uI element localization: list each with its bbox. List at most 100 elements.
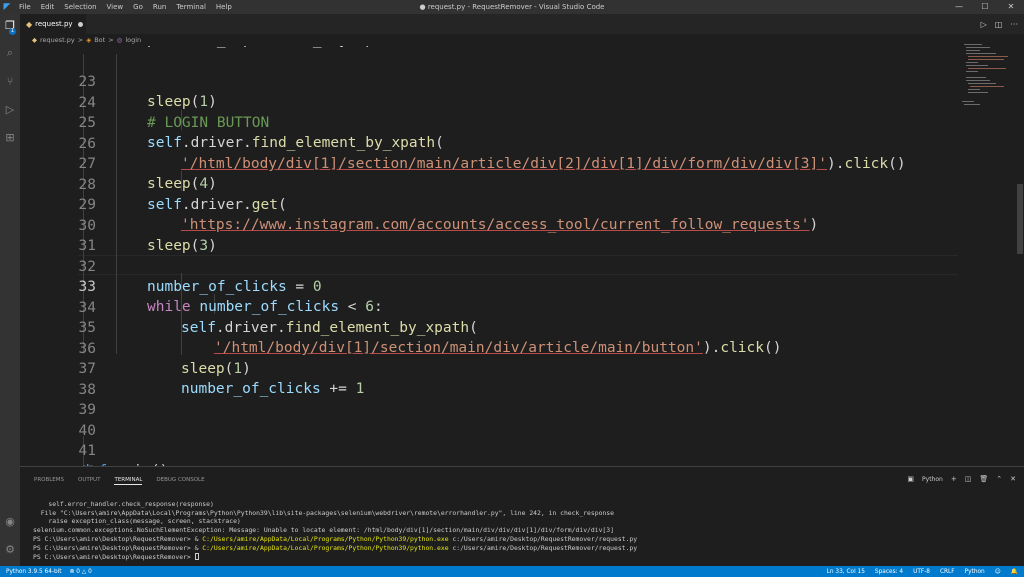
breadcrumb-separator: > [108,36,114,44]
code-line-36: 36 sleep(1) [20,319,960,377]
tab-problems[interactable]: PROBLEMS [34,477,64,485]
code-line-34: 34 self.driver.find_element_by_xpath( [20,278,960,336]
tab-request-py[interactable]: ◆ request.py [20,14,86,34]
status-bar: Python 3.9.5 64-bit ⊗ 0 △ 0 Ln 33, Col 1… [0,566,1024,577]
bottom-panel: PROBLEMS OUTPUT TERMINAL DEBUG CONSOLE ▣… [20,466,1024,566]
encoding-status[interactable]: UTF-8 [913,569,930,575]
tab-output[interactable]: OUTPUT [78,477,100,485]
code-line-24: 24 # LOGIN BUTTON [20,73,960,131]
editor-tab-bar: ◆ request.py ▷ ◫ ··· [20,14,1024,34]
account-icon[interactable]: ◉ [3,514,17,528]
trash-icon[interactable]: 🗑 [979,475,988,483]
language-mode-status[interactable]: Python [965,569,985,575]
python-interpreter-status[interactable]: Python 3.9.5 64-bit [6,569,62,575]
cursor-position-status[interactable]: Ln 33, Col 15 [827,569,865,575]
code-line-27: 27 sleep(4) [20,134,960,192]
code-editor[interactable]: password_input.send_keys(password) 23 sl… [20,34,960,466]
maximize-icon[interactable]: ☐ [972,0,998,14]
tab-terminal[interactable]: TERMINAL [114,477,143,485]
unsaved-dot-icon[interactable] [77,21,83,27]
minimap-line [964,104,980,105]
close-icon[interactable]: ✕ [998,0,1024,14]
breadcrumb-class[interactable]: Bot [94,36,105,44]
terminal-output[interactable]: self.error_handler.check_response(respon… [33,491,1013,577]
title-bar: ◤ File Edit Selection View Go Run Termin… [0,0,1024,14]
breadcrumb: ◆ request.py > ◈ Bot > ◎ login [20,34,960,46]
code-line-23: 23 sleep(1) [20,52,960,110]
breadcrumb-file[interactable]: request.py [40,36,75,44]
terminal-line: selenium.common.exceptions.NoSuchElement… [33,526,614,535]
problems-status[interactable]: ⊗ 0 △ 0 [70,569,92,575]
panel-tabs: PROBLEMS OUTPUT TERMINAL DEBUG CONSOLE [34,477,205,485]
code-line-30: 30 sleep(3) [20,196,960,254]
code-line-38: 38 [20,360,960,398]
code-line-28: 28 self.driver.get( [20,155,960,213]
search-icon[interactable]: ⌕ [3,46,17,60]
run-file-icon[interactable]: ▷ [981,20,987,29]
menu-run[interactable]: Run [148,0,171,14]
explorer-badge: 1 [9,28,16,35]
breadcrumb-method[interactable]: login [125,36,141,44]
menu-view[interactable]: View [102,0,129,14]
split-terminal-icon[interactable]: ◫ [965,475,972,483]
minimap-line [966,77,986,78]
minimap-line [966,71,978,72]
class-symbol-icon: ◈ [86,36,92,44]
minimap[interactable] [960,34,1016,466]
window-controls: — ☐ ✕ [946,0,1024,14]
close-panel-icon[interactable]: ✕ [1010,475,1016,483]
editor-scroll-thumb[interactable] [1017,184,1023,254]
minimap-line [966,47,990,48]
code-line-39: 39 [20,380,960,418]
code-line-41: 41 def main(): [20,421,960,466]
terminal-line: self.error_handler.check_response(respon… [33,499,214,508]
terminal-selector[interactable]: Python [922,476,943,483]
editor-actions: ▷ ◫ ··· [981,14,1018,34]
source-control-icon[interactable]: ⑂ [3,74,17,88]
breadcrumb-separator: > [77,36,84,44]
menu-file[interactable]: File [14,0,36,14]
new-terminal-icon[interactable]: + [951,475,957,483]
minimap-line [966,65,988,66]
minimap-line [966,50,980,51]
feedback-icon[interactable]: ☺ [995,569,1001,575]
more-actions-icon[interactable]: ··· [1010,20,1018,29]
run-debug-icon[interactable]: ▷ [3,102,17,116]
code-line-35: 35 '/html/body/div[1]/section/main/div/a… [20,298,960,356]
terminal-line: raise exception_class(message, screen, s… [33,517,241,526]
menu-help[interactable]: Help [211,0,237,14]
menu-edit[interactable]: Edit [36,0,60,14]
menu-bar: File Edit Selection View Go Run Terminal… [14,0,237,14]
vscode-logo-icon: ◤ [3,2,11,12]
minimap-line [968,92,988,93]
code-line-37: 37 number_of_clicks += 1 [20,339,960,397]
activity-bar: ❐ 1 ⌕ ⑂ ▷ ⊞ ◉ ⚙ [0,14,20,566]
notifications-bell-icon[interactable]: 🔔 [1011,569,1018,575]
minimap-line [968,59,1004,60]
minimap-line [966,62,978,63]
split-editor-icon[interactable]: ◫ [995,20,1003,29]
terminal-prompt-line: PS C:\Users\amire\Desktop\RequestRemover… [33,553,1013,562]
terminal-cursor [194,553,199,561]
code-line-33: 33 while number_of_clicks < 6: [20,257,960,315]
tab-label: request.py [35,20,73,28]
tab-debug-console[interactable]: DEBUG CONSOLE [156,477,204,485]
minimap-line [966,53,996,54]
eol-status[interactable]: CRLF [940,569,955,575]
python-file-icon: ◆ [26,19,33,29]
code-line-25: 25 self.driver.find_element_by_xpath( [20,93,960,151]
extensions-icon[interactable]: ⊞ [3,130,17,144]
code-line-42: 42 myBot = Bot() [20,442,960,466]
minimap-line [968,83,996,84]
maximize-panel-icon[interactable]: ⌃ [996,475,1002,483]
menu-terminal[interactable]: Terminal [171,0,211,14]
indentation-status[interactable]: Spaces: 4 [875,569,903,575]
minimize-icon[interactable]: — [946,0,972,14]
menu-go[interactable]: Go [128,0,148,14]
code-line-29: 29 'https://www.instagram.com/accounts/a… [20,175,960,233]
minimap-line [968,68,1006,69]
code-line-31: 31 [20,216,960,254]
settings-gear-icon[interactable]: ⚙ [3,542,17,556]
menu-selection[interactable]: Selection [59,0,101,14]
python-file-icon: ◆ [32,36,37,44]
